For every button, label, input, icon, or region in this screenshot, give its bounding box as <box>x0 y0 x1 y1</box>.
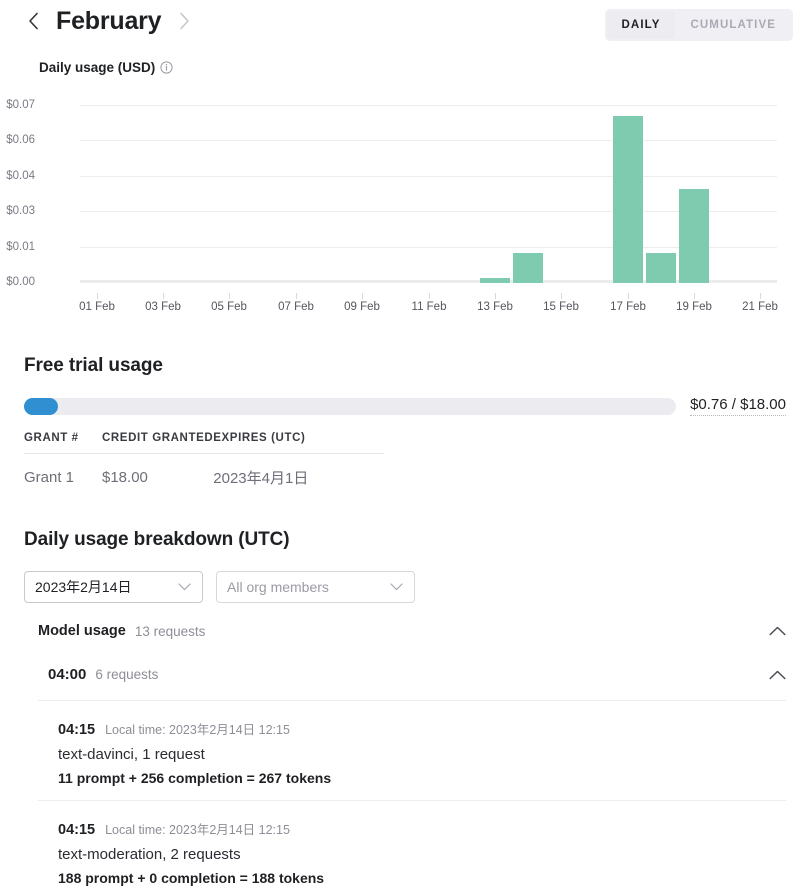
table-header-row: GRANT # CREDIT GRANTED EXPIRES (UTC) <box>24 432 384 454</box>
chart-x-tick-label: 03 Feb <box>145 301 181 313</box>
entry-model: text-moderation, 2 requests <box>58 846 241 863</box>
entry-local-time: Local time: 2023年2月14日 12:15 <box>105 723 290 737</box>
chart-bar[interactable] <box>679 189 709 283</box>
chart-x-tick-mark <box>362 293 363 299</box>
model-usage-header[interactable]: Model usage 13 requests <box>38 623 786 639</box>
chart-y-tick-label: $0.04 <box>6 170 35 182</box>
chart-gridline <box>80 105 777 106</box>
free-trial-progress-row: $0.76 / $18.00 <box>24 396 786 416</box>
chart-y-tick-label: $0.01 <box>6 241 35 253</box>
hour-group-count: 6 requests <box>95 667 159 682</box>
chart-x-tick-label: 21 Feb <box>742 301 778 313</box>
model-usage-count: 13 requests <box>134 623 206 639</box>
free-trial-title: Free trial usage <box>24 355 163 376</box>
chart-bar[interactable] <box>513 253 543 283</box>
chart-plot-area: $0.07 $0.06 $0.04 $0.03 $0.01 $0.00 01 Feb 03 F… <box>6 99 778 313</box>
chart-bar[interactable] <box>613 116 643 283</box>
chevron-up-icon[interactable] <box>769 626 786 636</box>
column-expires: EXPIRES (UTC) <box>213 432 384 454</box>
entry-tokens: 188 prompt + 0 completion = 188 tokens <box>58 870 325 886</box>
chart-gridline <box>80 211 777 212</box>
chart-x-tick-mark <box>429 293 430 299</box>
chart-x-tick-mark <box>760 293 761 299</box>
previous-month-button[interactable] <box>24 8 42 34</box>
table-row: Grant 1 $18.00 2023年4月1日 <box>24 454 384 489</box>
chart-x-tick-mark <box>561 293 562 299</box>
entry-time: 04:15 <box>58 722 96 738</box>
chart-x-tick-label: 09 Feb <box>344 301 380 313</box>
chart-x-tick-mark <box>97 293 98 299</box>
chart-x-tick-label: 17 Feb <box>610 301 646 313</box>
breakdown-filters: 2023年2月14日 All org members <box>24 571 415 603</box>
chart-x-tick-label: 13 Feb <box>477 301 513 313</box>
chart-x-tick-label: 11 Feb <box>411 301 447 313</box>
chart-x-tick-label: 19 Feb <box>676 301 712 313</box>
chart-x-tick-label: 07 Feb <box>278 301 314 313</box>
expires-cell: 2023年4月1日 <box>213 470 309 487</box>
chevron-right-icon <box>180 12 189 30</box>
grants-table: GRANT # CREDIT GRANTED EXPIRES (UTC) Gra… <box>24 432 384 488</box>
grant-number-cell: Grant 1 <box>24 469 75 486</box>
view-mode-toggle: DAILY CUMULATIVE <box>604 9 793 41</box>
progress-bar-fill <box>24 397 58 415</box>
chart-x-tick-mark <box>628 293 629 299</box>
chart-x-tick-label: 05 Feb <box>211 301 247 313</box>
tab-cumulative[interactable]: CUMULATIVE <box>675 11 791 39</box>
page-title: February <box>56 7 162 35</box>
usage-entry: 04:15 Local time: 2023年2月14日 12:15 text-mo… <box>38 800 786 893</box>
chart-x-tick-mark <box>163 293 164 299</box>
chart-label: Daily usage (USD) <box>39 60 173 75</box>
credit-granted-cell: $18.00 <box>102 469 148 486</box>
hour-group-header[interactable]: 04:00 6 requests <box>48 666 786 683</box>
tab-daily[interactable]: DAILY <box>606 11 676 39</box>
chevron-left-icon <box>28 12 38 30</box>
entry-time: 04:15 <box>58 822 96 838</box>
chart-gridline <box>80 247 777 248</box>
chart-bar[interactable] <box>480 278 510 283</box>
chevron-down-icon <box>178 583 191 591</box>
date-select[interactable]: 2023年2月14日 <box>24 571 203 603</box>
usage-entry: 04:15 Local time: 2023年2月14日 12:15 text-da… <box>38 700 786 800</box>
member-select-placeholder: All org members <box>227 579 329 595</box>
progress-bar-track <box>24 397 677 415</box>
chart-x-tick-label: 15 Feb <box>543 301 579 313</box>
chart-y-tick-label: $0.07 <box>6 99 35 111</box>
hour-group-time: 04:00 <box>48 666 87 683</box>
model-usage-label: Model usage <box>38 623 126 639</box>
chart-x-tick-label: 01 Feb <box>79 301 115 313</box>
breakdown-title: Daily usage breakdown (UTC) <box>24 529 290 550</box>
next-month-button[interactable] <box>175 8 193 34</box>
chart-x-tick-mark <box>495 293 496 299</box>
entry-tokens: 11 prompt + 256 completion = 267 tokens <box>58 770 332 786</box>
usage-entry-list: 04:15 Local time: 2023年2月14日 12:15 text-da… <box>38 700 786 893</box>
chart-gridline <box>80 140 777 141</box>
month-navigator: February <box>24 6 193 36</box>
date-select-value: 2023年2月14日 <box>35 579 132 595</box>
chart-y-tick-label: $0.03 <box>6 205 35 217</box>
column-credit-granted: CREDIT GRANTED <box>102 432 214 454</box>
progress-label[interactable]: $0.76 / $18.00 <box>690 396 786 416</box>
chart-x-tick-mark <box>694 293 695 299</box>
chart-y-tick-label: $0.06 <box>6 134 35 146</box>
entry-model: text-davinci, 1 request <box>58 746 205 763</box>
column-grant-number: GRANT # <box>24 432 102 454</box>
daily-usage-chart: $0.07 $0.06 $0.04 $0.03 $0.01 $0.00 01 Feb 03 F… <box>0 95 810 315</box>
chart-x-tick-mark <box>229 293 230 299</box>
chart-label-text: Daily usage (USD) <box>39 60 156 75</box>
member-select[interactable]: All org members <box>216 571 415 603</box>
info-icon[interactable] <box>160 61 173 74</box>
chevron-up-icon[interactable] <box>769 670 786 680</box>
chart-gridline <box>80 176 777 177</box>
entry-local-time: Local time: 2023年2月14日 12:15 <box>105 823 290 837</box>
chart-bar[interactable] <box>646 253 676 283</box>
chart-y-tick-label: $0.00 <box>6 276 35 288</box>
page-header: February DAILY CUMULATIVE <box>0 0 810 50</box>
chart-x-tick-mark <box>296 293 297 299</box>
chevron-down-icon <box>390 583 403 591</box>
usage-page: February DAILY CUMULATIVE Daily usage (U… <box>0 0 810 893</box>
